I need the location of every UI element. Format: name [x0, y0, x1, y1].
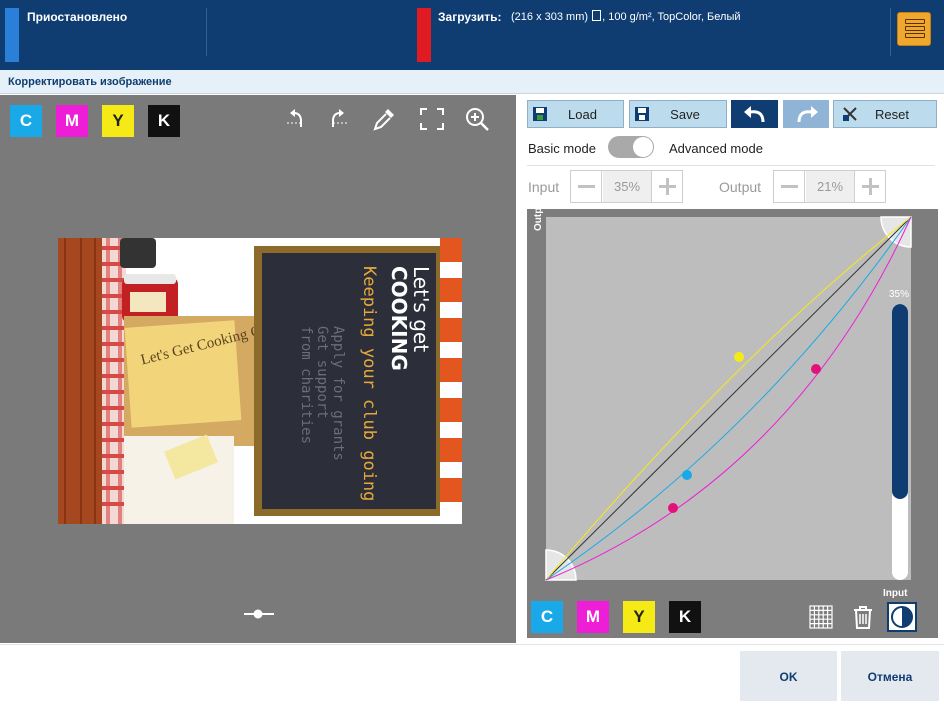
zoom-in-icon[interactable]: [463, 105, 491, 133]
rotate-right-icon[interactable]: [325, 105, 353, 133]
curve-panel: Load Save Reset Basic mode Advanced mode…: [517, 95, 944, 643]
value-slider-fill: [892, 304, 908, 499]
save-button[interactable]: Save: [629, 100, 727, 128]
input-decrement-button[interactable]: [571, 171, 602, 202]
printer-status: Приостановлено: [27, 10, 128, 24]
slider-value-label: 35%: [889, 289, 910, 300]
document-icon: [592, 10, 602, 21]
channel-magenta-toggle[interactable]: M: [56, 105, 88, 137]
output-axis-label: Output: [533, 198, 544, 231]
input-increment-button[interactable]: [651, 171, 682, 202]
load-button-label: Load: [568, 107, 597, 122]
divider: [206, 8, 207, 56]
curve-channel-yellow[interactable]: Y: [623, 601, 655, 633]
dialog-footer: OK Отмена: [0, 644, 944, 708]
input-label: Input: [528, 179, 560, 195]
curve-channel-black[interactable]: K: [669, 601, 701, 633]
rotate-left-icon[interactable]: [281, 105, 309, 133]
channel-black-toggle[interactable]: K: [148, 105, 180, 137]
curve-channel-cyan[interactable]: C: [531, 601, 563, 633]
mode-toggle[interactable]: [608, 136, 654, 158]
input-axis-label: Input: [883, 588, 908, 599]
load-label: Загрузить:: [438, 10, 502, 24]
page-slider-icon[interactable]: [244, 608, 274, 620]
load-indicator: [417, 8, 431, 62]
cyan-curve-point[interactable]: [682, 470, 692, 480]
reset-button-label: Reset: [875, 107, 909, 122]
output-increment-button[interactable]: [854, 171, 885, 202]
output-decrement-button[interactable]: [774, 171, 805, 202]
cancel-button[interactable]: Отмена: [841, 651, 939, 701]
undo-icon: [744, 106, 765, 123]
artwork-title-2: COOKING: [387, 266, 411, 371]
ok-button[interactable]: OK: [740, 651, 837, 701]
load-media-info: (216 x 303 mm) , 100 g/m², TopColor, Бел…: [511, 10, 741, 23]
artwork-faint-1: Apply for grants: [330, 326, 346, 461]
fullscreen-icon[interactable]: [418, 105, 446, 133]
load-media-size: (216 x 303 mm): [511, 11, 589, 23]
output-value[interactable]: 21%: [806, 171, 854, 202]
magenta-curve-point[interactable]: [811, 364, 821, 374]
tone-curve-graph[interactable]: [527, 209, 938, 638]
trash-icon[interactable]: [849, 603, 877, 631]
page-title: Корректировать изображение: [8, 76, 172, 88]
yellow-curve-point[interactable]: [734, 352, 744, 362]
image-preview: C M Y K Let's Get Cooking Club Let's get…: [0, 95, 516, 643]
reset-button[interactable]: Reset: [833, 100, 937, 128]
undo-button[interactable]: [731, 100, 778, 128]
grid-icon[interactable]: [807, 603, 835, 631]
tone-curve-editor: Output Input 35% C M Y K: [527, 198, 938, 638]
value-slider[interactable]: [892, 304, 908, 580]
mode-toggle-knob: [633, 137, 653, 157]
channel-cyan-toggle[interactable]: C: [10, 105, 42, 137]
status-indicator: [5, 8, 19, 62]
eyedropper-icon[interactable]: [370, 105, 398, 133]
redo-icon: [797, 106, 818, 123]
contrast-icon: [891, 606, 913, 628]
advanced-mode-label: Advanced mode: [669, 141, 763, 156]
artwork-faint-3: from charities: [298, 326, 314, 444]
status-bar: Приостановлено Загрузить: (216 x 303 mm)…: [0, 0, 944, 70]
artwork-title-1: Let's get: [409, 266, 433, 352]
save-button-label: Save: [670, 107, 700, 122]
output-stepper: 21%: [773, 170, 886, 203]
input-value[interactable]: 35%: [603, 171, 651, 202]
output-label: Output: [719, 179, 762, 195]
basic-mode-label: Basic mode: [528, 141, 596, 156]
divider: [890, 8, 891, 56]
dialog-header: Корректировать изображение: [0, 70, 944, 94]
contrast-button[interactable]: [887, 602, 917, 632]
artwork-tagline: Keeping your club going: [359, 266, 379, 501]
load-button[interactable]: Load: [527, 100, 624, 128]
magenta-curve-point[interactable]: [668, 503, 678, 513]
redo-button[interactable]: [783, 100, 829, 128]
divider: [527, 165, 935, 166]
server-stack-icon[interactable]: [897, 12, 931, 46]
channel-yellow-toggle[interactable]: Y: [102, 105, 134, 137]
load-media-details: , 100 g/m², TopColor, Белый: [602, 11, 741, 23]
curve-channel-magenta[interactable]: M: [577, 601, 609, 633]
print-preview-image: Let's Get Cooking Club Let's get COOKING…: [58, 238, 462, 524]
input-stepper: 35%: [570, 170, 683, 203]
artwork-faint-2: Get support: [314, 326, 330, 419]
